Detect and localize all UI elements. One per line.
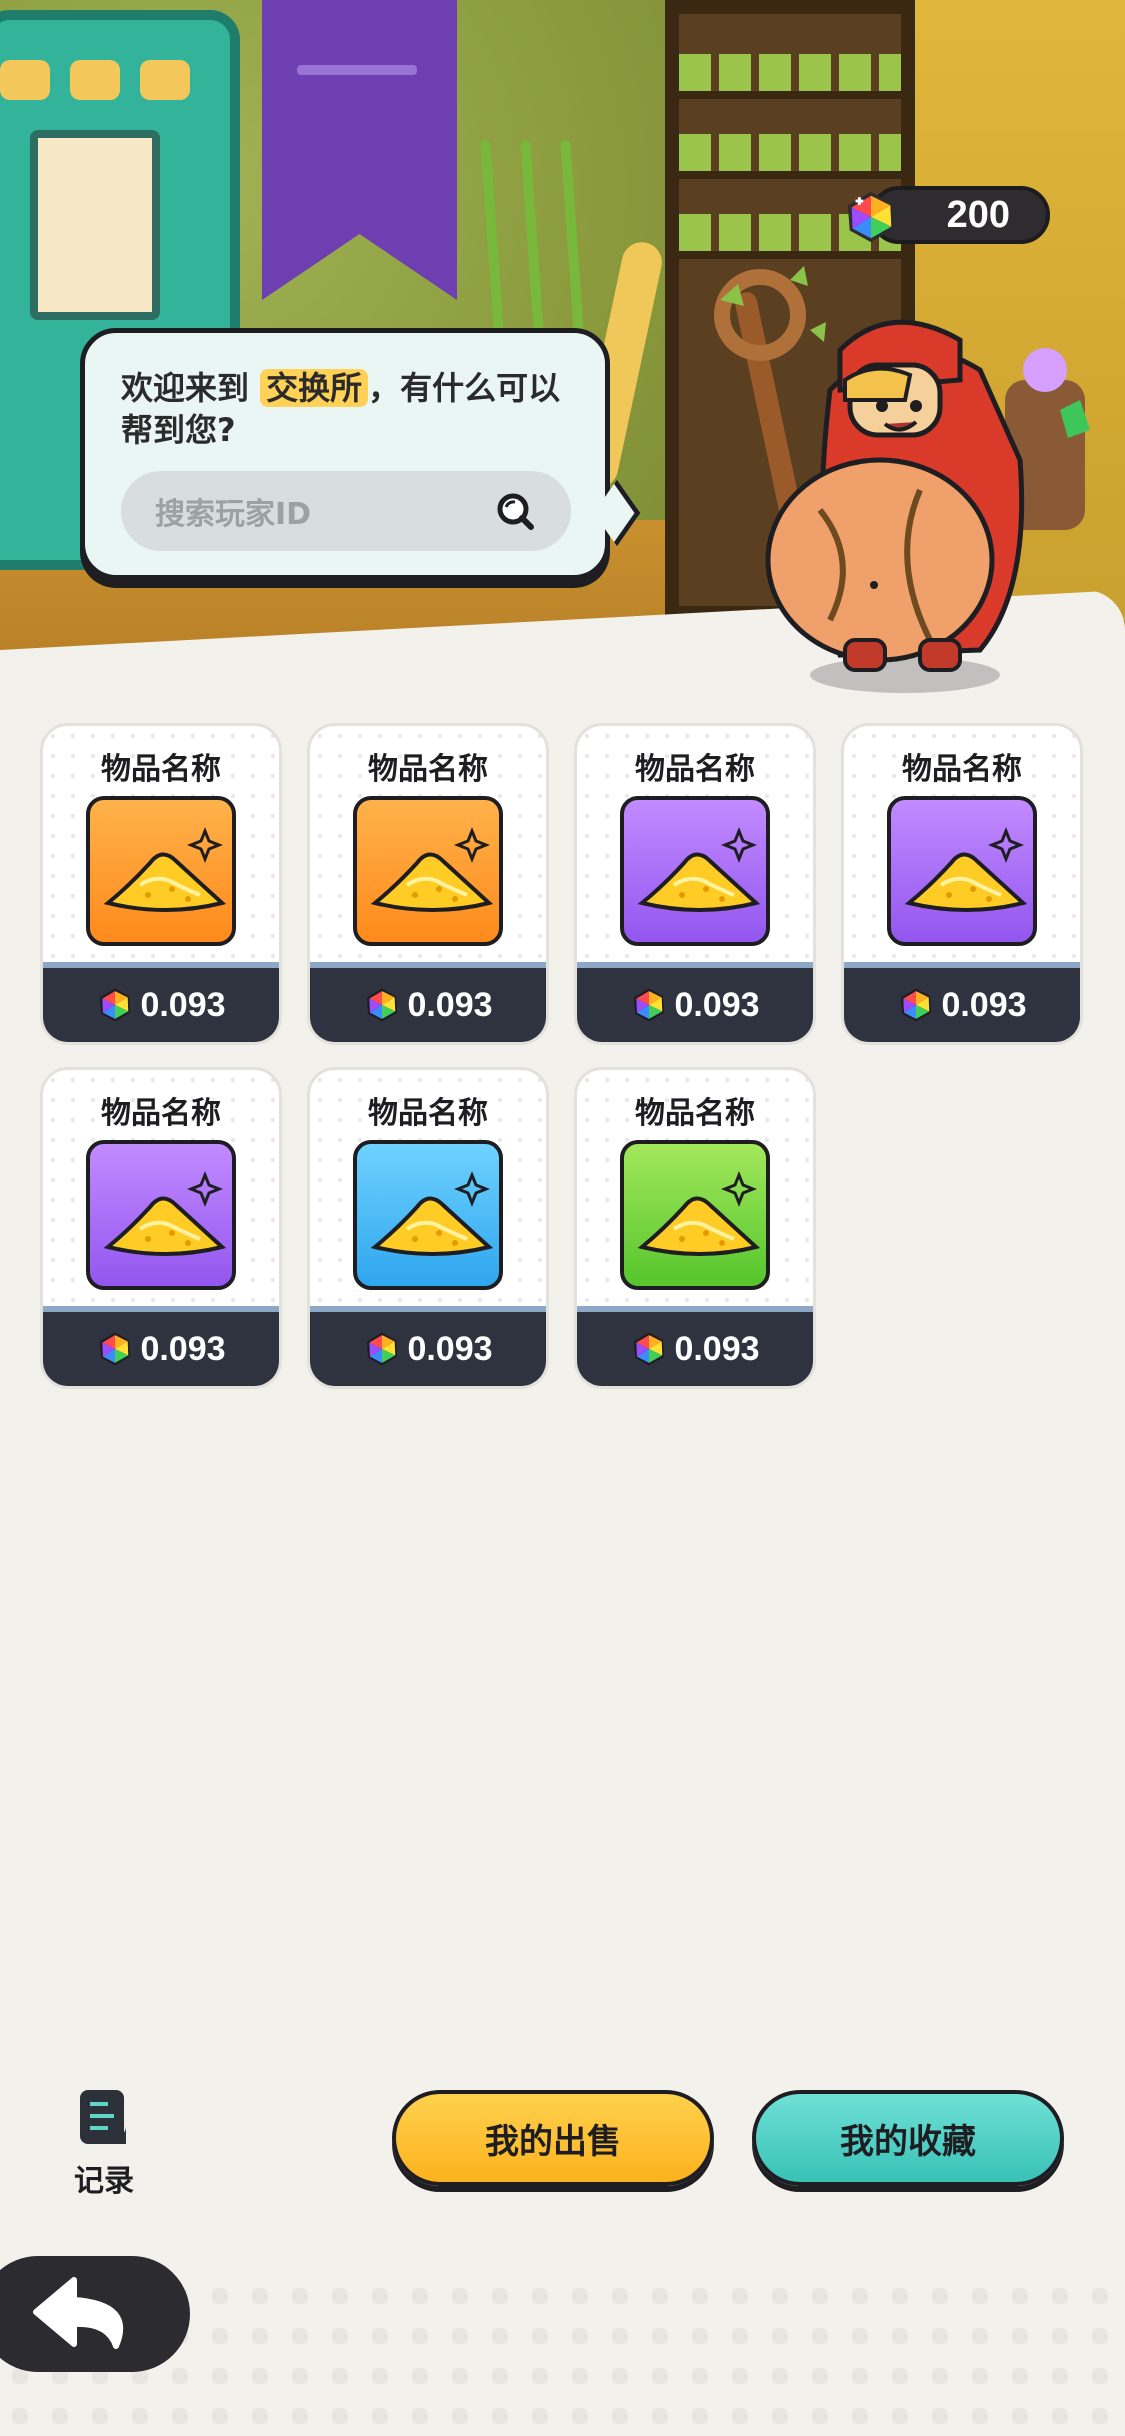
item-grid: 物品名称 0.093 物品名称 0.093 物品名称 0.093 物品名称 0.… [40,723,1085,1389]
player-id-search-input[interactable]: 搜索玩家ID [121,471,571,551]
item-price-bar: 0.093 [43,962,279,1042]
rainbow-gem-icon [367,988,398,1022]
item-name: 物品名称 [101,1096,221,1131]
item-price: 0.093 [941,985,1027,1024]
arcade-screen [30,130,160,320]
item-price: 0.093 [140,1329,226,1368]
item-name: 物品名称 [368,1096,488,1131]
welcome-message: 欢迎来到 交换所 ，有什么可以帮到您? [121,369,561,449]
search-placeholder: 搜索玩家ID [155,497,312,532]
shopkeeper-character [714,266,1090,693]
welcome-speech-bubble: 欢迎来到 交换所 ，有什么可以帮到您? 搜索玩家ID [80,328,641,580]
gold-dust-pile-icon [103,1170,227,1256]
my-sales-label: 我的出售 [485,2121,621,2162]
item-card[interactable]: 物品名称 0.093 [574,1067,816,1389]
rainbow-gem-icon [100,988,131,1022]
back-button[interactable] [0,2256,190,2372]
item-name: 物品名称 [635,752,755,787]
gold-dust-pile-icon [637,1170,761,1256]
gold-dust-pile-icon [904,826,1028,912]
item-price-bar: 0.093 [844,962,1080,1042]
item-icon-frame [887,796,1037,946]
rainbow-gem-icon [100,1332,131,1366]
record-label: 记录 [74,2164,134,2199]
item-icon-frame [620,796,770,946]
item-price-bar: 0.093 [310,962,546,1042]
currency-amount: 200 [946,193,1010,236]
item-name: 物品名称 [101,752,221,787]
gold-dust-pile-icon [370,1170,494,1256]
magnifier-icon[interactable] [495,491,535,531]
my-sales-button[interactable]: 我的出售 [392,2090,714,2186]
item-card[interactable]: 物品名称 0.093 [574,723,816,1045]
heart-icon [0,60,50,100]
my-favorites-label: 我的收藏 [840,2121,976,2162]
exchange-highlight: 交换所 [260,369,369,407]
heart-icon [70,60,120,100]
item-card[interactable]: 物品名称 0.093 [40,1067,282,1389]
item-name: 物品名称 [902,752,1022,787]
item-icon-frame [353,796,503,946]
item-price: 0.093 [674,1329,760,1368]
heart-icon [140,60,190,100]
item-card[interactable]: 物品名称 0.093 [40,723,282,1045]
item-price: 0.093 [140,985,226,1024]
item-card[interactable]: 物品名称 0.093 [841,723,1083,1045]
scroll-list-icon [80,2090,126,2144]
rainbow-gem-icon [847,191,895,243]
my-favorites-button[interactable]: 我的收藏 [752,2090,1064,2186]
item-name: 物品名称 [635,1096,755,1131]
rainbow-gem-icon [634,1332,665,1366]
back-arrow-icon [33,2277,124,2349]
rainbow-gem-icon [367,1332,398,1366]
item-name: 物品名称 [368,752,488,787]
item-icon-frame [86,1140,236,1290]
record-button[interactable]: 记录 [64,2086,144,2199]
rainbow-gem-icon [901,988,932,1022]
rainbow-gem-icon [634,988,665,1022]
item-icon-frame [620,1140,770,1290]
item-icon-frame [86,796,236,946]
item-price-bar: 0.093 [43,1306,279,1386]
item-icon-frame [353,1140,503,1290]
item-card[interactable]: 物品名称 0.093 [307,723,549,1045]
item-price-bar: 0.093 [577,1306,813,1386]
item-price-bar: 0.093 [310,1306,546,1386]
gold-dust-pile-icon [637,826,761,912]
item-card[interactable]: 物品名称 0.093 [307,1067,549,1389]
item-price: 0.093 [674,985,760,1024]
item-price-bar: 0.093 [577,962,813,1042]
item-price: 0.093 [407,985,493,1024]
item-price: 0.093 [407,1329,493,1368]
gold-dust-pile-icon [370,826,494,912]
gold-dust-pile-icon [103,826,227,912]
